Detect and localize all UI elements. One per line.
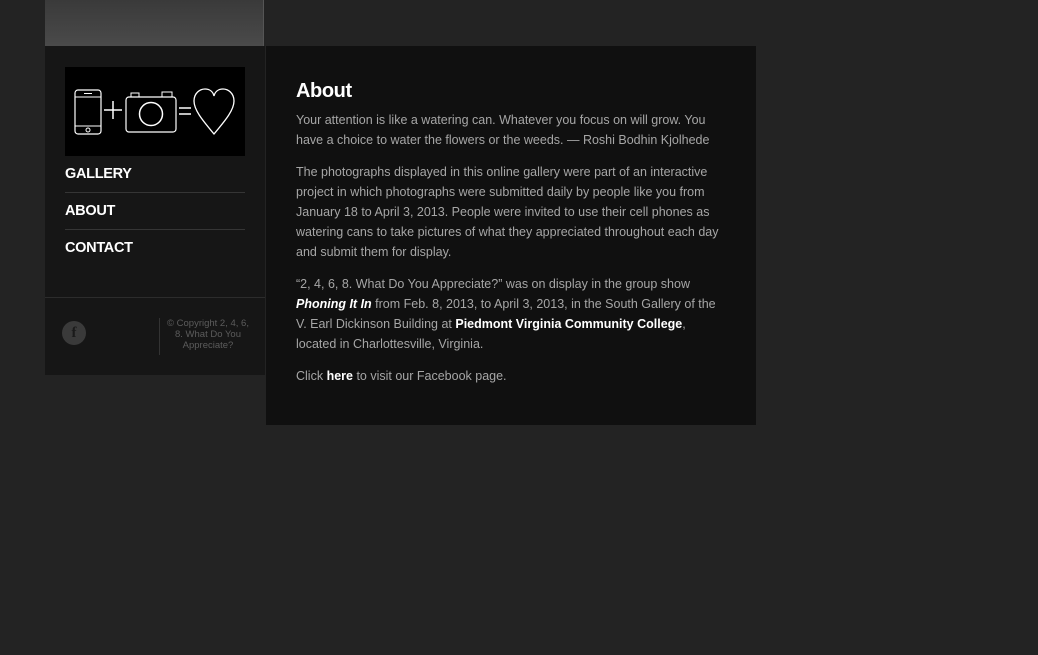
sidebar-footer: f © Copyright 2, 4, 6, 8. What Do You Ap… <box>45 297 265 375</box>
site-logo[interactable] <box>65 67 245 156</box>
copyright-text: © Copyright 2, 4, 6, 8. What Do You Appr… <box>159 318 250 355</box>
facebook-paragraph: Click here to visit our Facebook page. <box>296 366 726 386</box>
page-title: About <box>296 80 352 102</box>
exhibit-text-start: “2, 4, 6, 8. What Do You Appreciate?” wa… <box>296 277 690 291</box>
college-link[interactable]: Piedmont Virginia Community College <box>455 317 682 331</box>
click-text-start: Click <box>296 369 327 383</box>
nav-item-contact: CONTACT <box>65 230 245 267</box>
nav-link-gallery[interactable]: GALLERY <box>65 156 245 193</box>
quote-paragraph: Your attention is like a watering can. W… <box>296 113 710 147</box>
exhibit-paragraph: “2, 4, 6, 8. What Do You Appreciate?” wa… <box>296 274 726 354</box>
main-nav: GALLERY ABOUT CONTACT <box>65 156 245 267</box>
nav-link-contact[interactable]: CONTACT <box>65 230 245 267</box>
nav-link-about[interactable]: ABOUT <box>65 193 245 230</box>
description-paragraph: The photographs displayed in this online… <box>296 165 719 259</box>
show-title: Phoning It In <box>296 297 372 311</box>
phone-plus-camera-equals-heart-logo <box>74 88 235 136</box>
nav-item-about: ABOUT <box>65 193 245 230</box>
page: GALLERY ABOUT CONTACT f © Copyright 2, 4… <box>0 0 1038 655</box>
facebook-icon[interactable]: f <box>62 321 86 345</box>
top-tab <box>45 0 264 46</box>
main-content: About Your attention is like a watering … <box>266 46 756 425</box>
nav-item-gallery: GALLERY <box>65 156 245 193</box>
facebook-here-link[interactable]: here <box>327 369 353 383</box>
click-text-end: to visit our Facebook page. <box>352 369 507 383</box>
sidebar: GALLERY ABOUT CONTACT f © Copyright 2, 4… <box>45 46 265 375</box>
